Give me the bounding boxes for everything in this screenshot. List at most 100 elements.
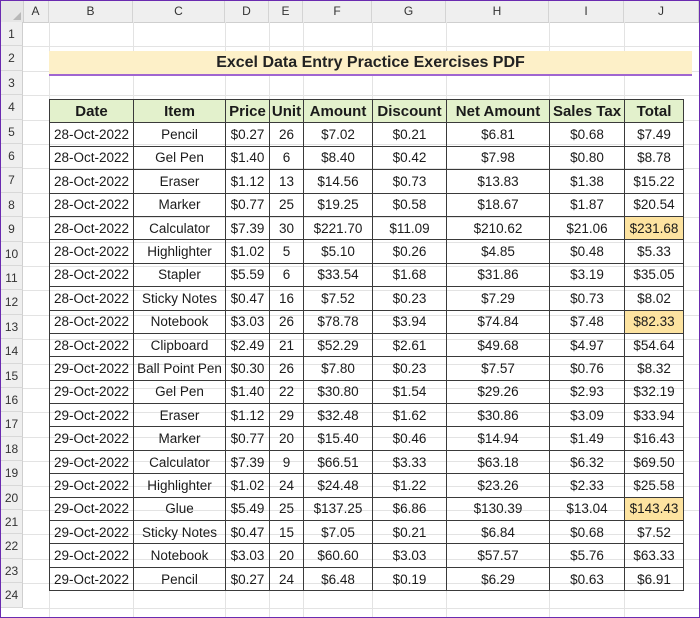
table-cell[interactable]: 28-Oct-2022 xyxy=(49,262,134,288)
table-cell[interactable]: $8.78 xyxy=(624,145,684,171)
table-cell[interactable]: Gel Pen xyxy=(133,379,226,405)
table-cell[interactable]: 28-Oct-2022 xyxy=(49,122,134,147)
row-header-5[interactable]: 5 xyxy=(1,119,23,144)
row-header-8[interactable]: 8 xyxy=(1,192,23,218)
table-cell[interactable]: $3.03 xyxy=(225,543,270,568)
table-cell[interactable]: $54.64 xyxy=(624,332,684,358)
table-cell[interactable]: $21.06 xyxy=(549,215,625,241)
table-cell[interactable]: 13 xyxy=(269,169,304,194)
column-header-h[interactable]: H xyxy=(446,1,549,22)
table-cell[interactable]: $3.94 xyxy=(372,309,447,334)
table-cell[interactable]: $25.58 xyxy=(624,473,684,498)
table-cell[interactable]: $231.68 xyxy=(624,215,684,241)
table-cell[interactable]: 29 xyxy=(269,403,304,428)
select-all-corner[interactable] xyxy=(1,1,24,22)
table-cell[interactable]: $6.32 xyxy=(549,449,625,475)
table-cell[interactable]: 28-Oct-2022 xyxy=(49,286,134,311)
column-header-d[interactable]: D xyxy=(225,1,269,22)
column-header-sales-tax[interactable]: Sales Tax xyxy=(549,98,625,124)
table-cell[interactable]: $0.68 xyxy=(549,520,625,545)
column-header-price[interactable]: Price xyxy=(225,98,270,124)
table-cell[interactable]: $2.49 xyxy=(225,332,270,358)
table-cell[interactable]: $18.67 xyxy=(446,192,550,217)
table-cell[interactable]: $32.48 xyxy=(303,403,373,428)
table-cell[interactable]: $0.21 xyxy=(372,520,447,545)
table-cell[interactable]: $32.19 xyxy=(624,379,684,405)
table-cell[interactable]: $6.84 xyxy=(446,520,550,545)
table-cell[interactable]: 5 xyxy=(269,239,304,264)
table-cell[interactable]: $8.40 xyxy=(303,145,373,171)
table-cell[interactable]: $1.49 xyxy=(549,426,625,451)
table-cell[interactable]: $1.12 xyxy=(225,169,270,194)
table-cell[interactable]: 29-Oct-2022 xyxy=(49,449,134,475)
table-cell[interactable]: 29-Oct-2022 xyxy=(49,473,134,498)
table-cell[interactable]: $23.26 xyxy=(446,473,550,498)
table-cell[interactable]: $7.05 xyxy=(303,520,373,545)
table-cell[interactable]: $6.81 xyxy=(446,122,550,147)
table-cell[interactable]: 29-Oct-2022 xyxy=(49,520,134,545)
table-cell[interactable]: $11.09 xyxy=(372,215,447,241)
table-cell[interactable]: $74.84 xyxy=(446,309,550,334)
table-cell[interactable]: Highlighter xyxy=(133,239,226,264)
table-cell[interactable]: 16 xyxy=(269,286,304,311)
table-cell[interactable]: $49.68 xyxy=(446,332,550,358)
table-cell[interactable]: $1.22 xyxy=(372,473,447,498)
table-cell[interactable]: $0.80 xyxy=(549,145,625,171)
row-header-18[interactable]: 18 xyxy=(1,436,23,462)
table-cell[interactable]: $7.39 xyxy=(225,215,270,241)
row-header-9[interactable]: 9 xyxy=(1,217,23,242)
row-header-19[interactable]: 19 xyxy=(1,461,23,486)
table-cell[interactable]: $0.48 xyxy=(549,239,625,264)
table-cell[interactable]: Marker xyxy=(133,192,226,217)
table-cell[interactable]: Pencil xyxy=(133,122,226,147)
table-cell[interactable]: $16.43 xyxy=(624,426,684,451)
table-cell[interactable]: 6 xyxy=(269,145,304,171)
table-cell[interactable]: $5.10 xyxy=(303,239,373,264)
table-cell[interactable]: 24 xyxy=(269,473,304,498)
table-cell[interactable]: $1.12 xyxy=(225,403,270,428)
table-cell[interactable]: $1.62 xyxy=(372,403,447,428)
table-cell[interactable]: $3.33 xyxy=(372,449,447,475)
column-header-c[interactable]: C xyxy=(133,1,225,22)
row-header-1[interactable]: 1 xyxy=(1,22,23,47)
table-cell[interactable]: $0.76 xyxy=(549,356,625,381)
table-cell[interactable]: $0.46 xyxy=(372,426,447,451)
column-header-f[interactable]: F xyxy=(303,1,372,22)
table-cell[interactable]: $2.61 xyxy=(372,332,447,358)
row-header-16[interactable]: 16 xyxy=(1,388,23,413)
table-cell[interactable]: $1.68 xyxy=(372,262,447,288)
row-header-21[interactable]: 21 xyxy=(1,510,23,535)
table-cell[interactable]: $1.54 xyxy=(372,379,447,405)
table-cell[interactable]: $1.38 xyxy=(549,169,625,194)
table-cell[interactable]: $7.98 xyxy=(446,145,550,171)
table-cell[interactable]: 28-Oct-2022 xyxy=(49,332,134,358)
table-cell[interactable]: 21 xyxy=(269,332,304,358)
table-cell[interactable]: $66.51 xyxy=(303,449,373,475)
table-cell[interactable]: Sticky Notes xyxy=(133,520,226,545)
table-cell[interactable]: $33.54 xyxy=(303,262,373,288)
row-header-17[interactable]: 17 xyxy=(1,412,23,437)
table-cell[interactable]: $221.70 xyxy=(303,215,373,241)
row-header-14[interactable]: 14 xyxy=(1,339,23,364)
table-cell[interactable]: $5.33 xyxy=(624,239,684,264)
table-cell[interactable]: 28-Oct-2022 xyxy=(49,169,134,194)
table-cell[interactable]: 22 xyxy=(269,379,304,405)
table-cell[interactable]: $7.29 xyxy=(446,286,550,311)
row-header-12[interactable]: 12 xyxy=(1,290,23,315)
table-cell[interactable]: Calculator xyxy=(133,449,226,475)
table-cell[interactable]: $143.43 xyxy=(624,496,684,522)
table-cell[interactable]: $0.27 xyxy=(225,566,270,592)
table-cell[interactable]: $2.93 xyxy=(549,379,625,405)
table-cell[interactable]: 29-Oct-2022 xyxy=(49,543,134,568)
table-cell[interactable]: 26 xyxy=(269,309,304,334)
column-header-net-amount[interactable]: Net Amount xyxy=(446,98,550,124)
table-cell[interactable]: $3.03 xyxy=(372,543,447,568)
table-cell[interactable]: $0.21 xyxy=(372,122,447,147)
table-cell[interactable]: Eraser xyxy=(133,169,226,194)
column-header-total[interactable]: Total xyxy=(624,98,684,124)
table-cell[interactable]: 26 xyxy=(269,122,304,147)
table-cell[interactable]: $3.03 xyxy=(225,309,270,334)
table-cell[interactable]: $0.23 xyxy=(372,356,447,381)
column-header-e[interactable]: E xyxy=(269,1,303,22)
table-cell[interactable]: $137.25 xyxy=(303,496,373,522)
